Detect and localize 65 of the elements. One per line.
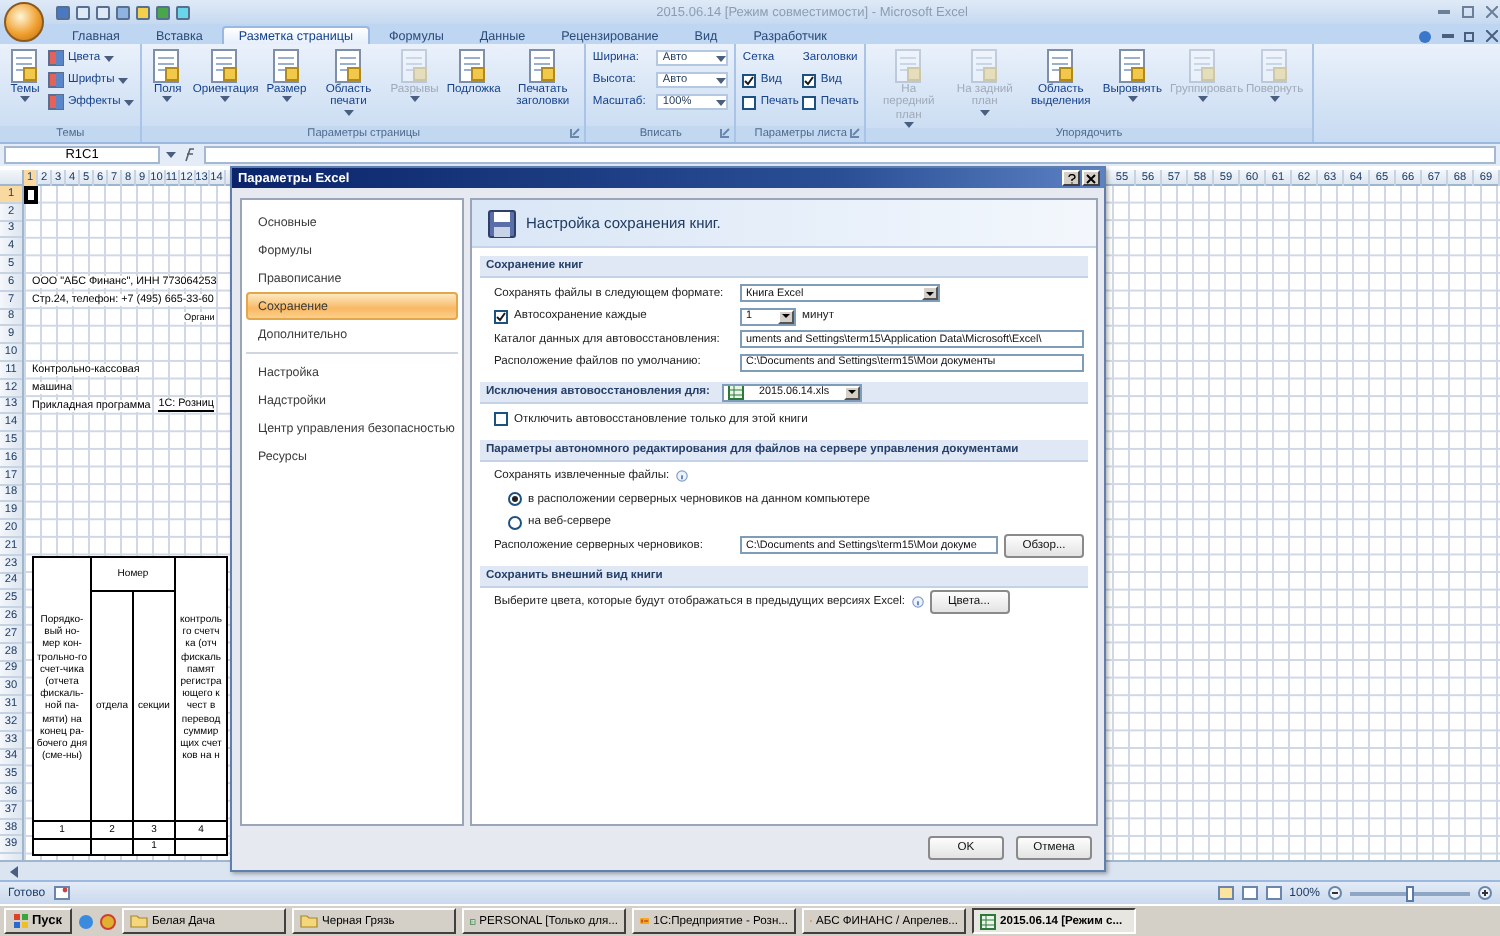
checkbox[interactable]: [742, 95, 757, 109]
app-icon: [640, 914, 650, 928]
info-icon: [675, 470, 688, 483]
normal-view-icon[interactable]: [1217, 886, 1234, 900]
folder-icon: [300, 914, 318, 928]
dropdown-arrow-button[interactable]: [922, 286, 938, 301]
slider-thumb[interactable]: [1406, 885, 1414, 901]
close-button[interactable]: [1082, 170, 1100, 186]
formula-icon[interactable]: [182, 148, 198, 162]
page-icon: [456, 48, 491, 84]
page-icon: [967, 48, 1002, 84]
page-icon: [269, 48, 304, 84]
checkmark-icon: [804, 75, 815, 85]
maximize-icon[interactable]: [1458, 4, 1476, 20]
close-icon[interactable]: [1482, 28, 1500, 44]
zoom-in-icon[interactable]: [1478, 886, 1492, 900]
page-icon: [331, 48, 366, 84]
page-break-icon[interactable]: [1265, 886, 1282, 900]
page-icon: [1186, 48, 1221, 84]
spreadsheet-icon: [980, 913, 996, 929]
help-button[interactable]: [1062, 170, 1080, 186]
caret-icon: [166, 152, 176, 158]
restore-icon[interactable]: [1460, 28, 1478, 44]
page-layout-icon[interactable]: [1241, 886, 1258, 900]
page-icon: [1115, 48, 1150, 84]
dropdown-arrow-button[interactable]: [843, 385, 860, 399]
checkbox[interactable]: [802, 73, 817, 87]
checkmark-icon: [496, 311, 506, 322]
swatch-icon: [48, 72, 64, 88]
toolbar-icon[interactable]: [116, 5, 130, 19]
swatch-icon: [48, 50, 64, 66]
launcher-icon[interactable]: [850, 128, 861, 138]
launcher-icon[interactable]: [720, 128, 731, 138]
launcher-icon[interactable]: [570, 128, 581, 138]
formula-field[interactable]: [204, 146, 1496, 164]
swatch-icon: [48, 94, 64, 110]
checkmark-icon: [744, 75, 755, 85]
page-icon: [1043, 48, 1078, 84]
caret-icon: [716, 77, 727, 83]
folder-icon: [130, 914, 148, 928]
page-icon: [525, 48, 560, 84]
page-icon: [1257, 48, 1292, 84]
page-icon: [150, 48, 185, 84]
close-icon[interactable]: [1482, 4, 1500, 20]
help-icon[interactable]: [1416, 28, 1434, 44]
info-icon: [911, 596, 923, 609]
macro-icon[interactable]: [53, 886, 70, 900]
spreadsheet-icon: [470, 913, 476, 929]
caret-icon: [716, 55, 727, 61]
active-cell[interactable]: [24, 186, 38, 204]
zoom-out-icon[interactable]: [1328, 886, 1342, 900]
page-icon: [208, 48, 243, 84]
windows-logo-icon: [14, 914, 28, 928]
page-icon: [397, 48, 432, 84]
caret-icon: [716, 99, 727, 105]
checkbox[interactable]: [494, 309, 508, 324]
checkbox[interactable]: [742, 73, 757, 87]
radio-button[interactable]: [508, 515, 522, 530]
page-icon: [891, 48, 926, 84]
floppy-icon: [488, 209, 516, 237]
checkbox[interactable]: [494, 412, 508, 427]
dropdown-arrow-button[interactable]: [778, 309, 794, 324]
checkbox[interactable]: [802, 95, 817, 109]
page-icon: [8, 48, 42, 84]
radio-button[interactable]: [508, 492, 522, 507]
